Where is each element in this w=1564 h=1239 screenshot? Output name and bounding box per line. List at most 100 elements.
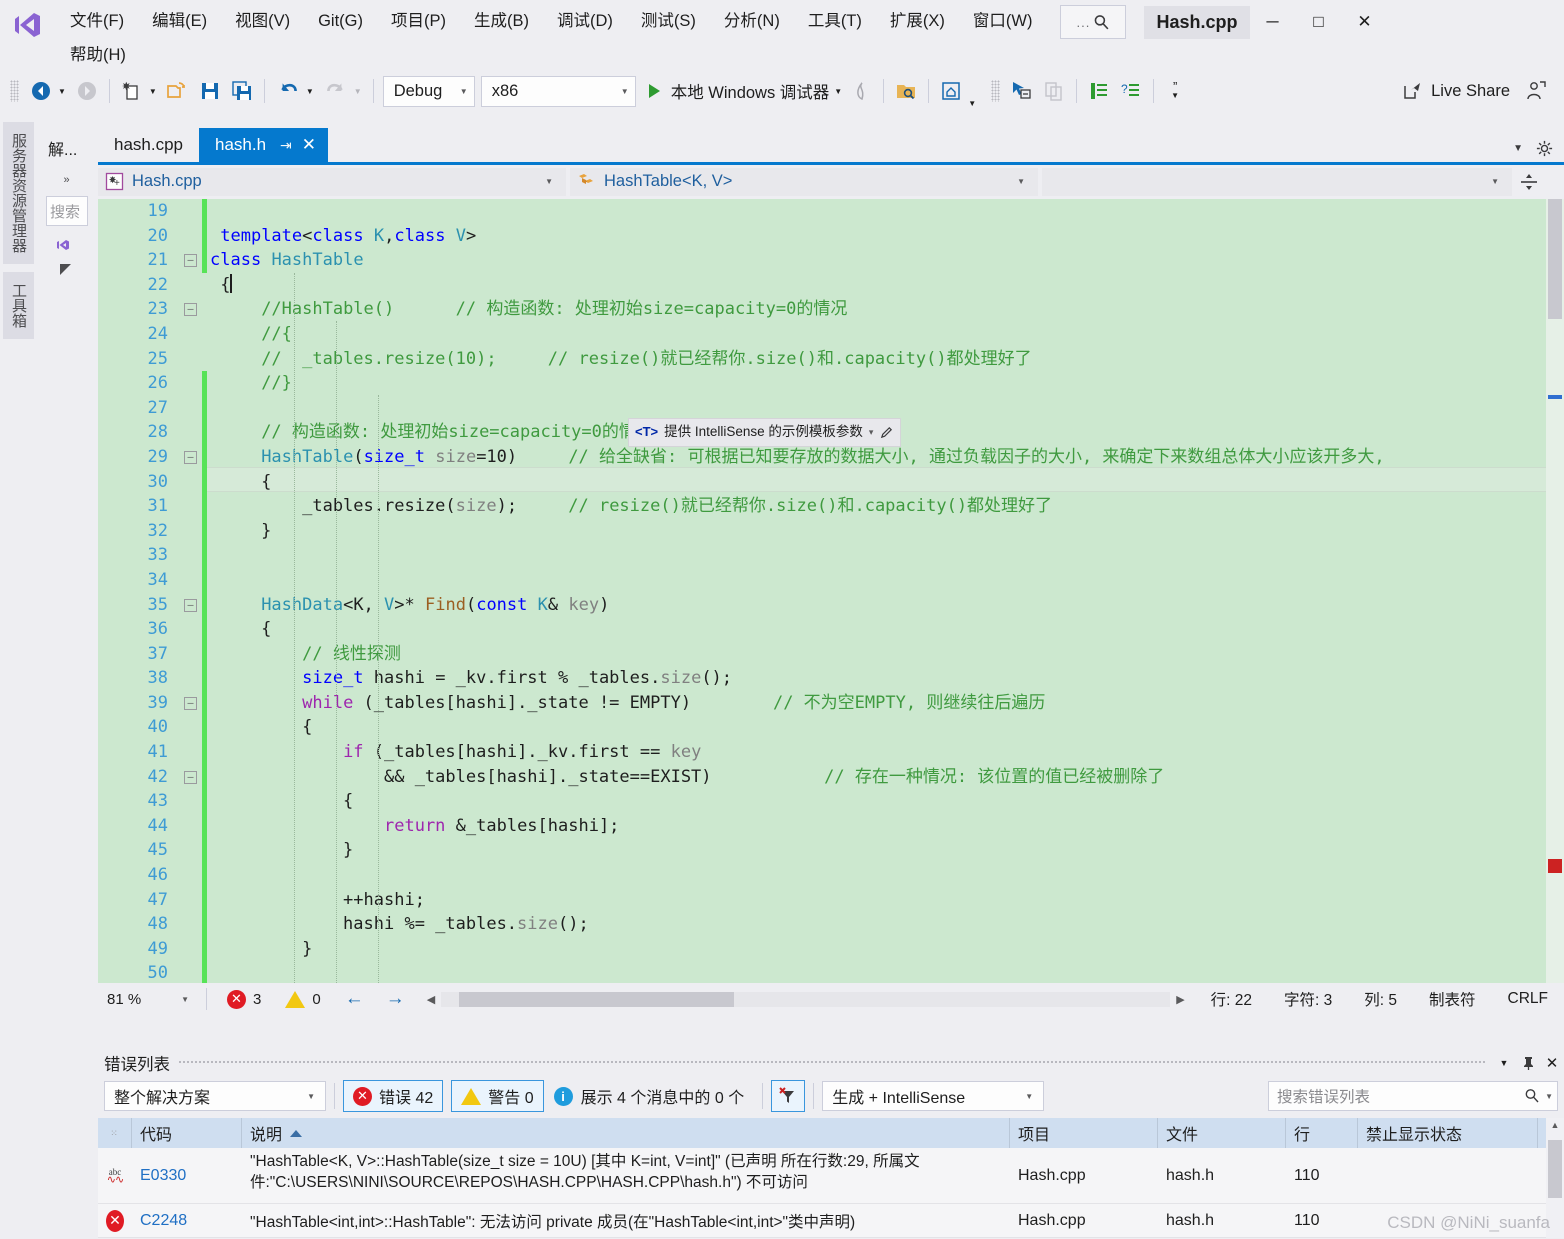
panel-drag-handle[interactable]	[178, 1052, 1486, 1074]
hot-reload-button[interactable]	[847, 74, 877, 108]
code-line[interactable]: size_t hashi = _kv.first % _tables.size(…	[210, 666, 1385, 691]
code-line[interactable]: //}	[210, 371, 1385, 396]
code-line[interactable]: {	[210, 789, 1385, 814]
scroll-up-icon[interactable]: ▲	[1546, 1118, 1564, 1130]
navbar-member-combo[interactable]: ▼	[1042, 167, 1512, 196]
solution-explorer-overflow-icon[interactable]: »	[44, 170, 90, 186]
messages-filter-toggle[interactable]: i 展示 4 个消息中的 0 个	[544, 1084, 755, 1108]
code-line[interactable]	[210, 863, 1385, 888]
column-header-file[interactable]: 文件	[1158, 1118, 1286, 1148]
redo-dropdown[interactable]: ▼	[353, 87, 367, 96]
navigate-backward-button[interactable]	[25, 74, 57, 108]
code-line[interactable]: ++hashi;	[210, 888, 1385, 913]
maximize-button[interactable]: □	[1296, 4, 1342, 40]
code-line[interactable]: class HashTable	[210, 248, 1385, 273]
next-issue-button[interactable]: →	[386, 988, 405, 1010]
save-all-button[interactable]	[226, 74, 258, 108]
fold-toggle-icon[interactable]: –	[184, 770, 197, 784]
menu-debug[interactable]: 调试(D)	[543, 5, 627, 37]
code-line[interactable]: }	[210, 937, 1385, 962]
start-debugging-dropdown[interactable]: ▼	[833, 87, 847, 96]
menu-build[interactable]: 生成(B)	[460, 5, 543, 37]
column-header-severity[interactable]: ⁙	[98, 1118, 132, 1148]
menu-view[interactable]: 视图(V)	[221, 5, 304, 37]
pencil-icon[interactable]	[879, 425, 894, 440]
code-line[interactable]: //{	[210, 322, 1385, 347]
fold-toggle-icon[interactable]: –	[184, 451, 197, 464]
solution-platform-combo[interactable]: x86 ▼	[480, 75, 636, 107]
code-line[interactable]: {	[210, 470, 1385, 495]
close-button[interactable]: ✕	[1342, 4, 1388, 40]
fold-toggle-icon[interactable]: –	[184, 254, 197, 268]
scrollbar-thumb[interactable]	[1548, 199, 1562, 319]
editor-error-count[interactable]: ✕ 3	[215, 989, 273, 1009]
new-item-dropdown[interactable]: ▼	[148, 87, 162, 96]
gear-icon[interactable]	[1535, 139, 1554, 158]
fold-toggle-icon[interactable]: –	[184, 697, 197, 710]
column-header-code[interactable]: 代码	[132, 1118, 242, 1148]
editor-warning-count[interactable]: 0	[273, 990, 332, 1008]
code-line[interactable]: hashi %= _tables.size();	[210, 912, 1385, 937]
title-search-box[interactable]: ...	[1060, 5, 1127, 39]
question-list-button[interactable]: ?	[1115, 74, 1147, 108]
code-line[interactable]: {	[210, 273, 1385, 298]
open-file-button[interactable]	[162, 74, 194, 108]
menu-git[interactable]: Git(G)	[304, 5, 377, 37]
navigate-forward-button[interactable]	[71, 74, 103, 108]
code-line[interactable]: if (_tables[hashi]._kv.first == key	[210, 740, 1385, 765]
code-line[interactable]: }	[210, 519, 1385, 544]
toolbar-overflow-button[interactable]: ” ▼	[1160, 74, 1190, 108]
code-line[interactable]: return &_tables[hashi];	[210, 814, 1385, 839]
fold-toggle-icon[interactable]: –	[184, 303, 197, 317]
scrollbar-thumb[interactable]	[1548, 1140, 1562, 1198]
preview-window-dropdown[interactable]: ▼	[967, 99, 981, 114]
redo-button[interactable]	[319, 74, 353, 108]
preview-window-button[interactable]	[935, 74, 967, 108]
sidebar-item-server-explorer[interactable]: 服务器资源管理器	[3, 122, 34, 264]
indent-list-button[interactable]	[1083, 74, 1115, 108]
code-line[interactable]	[210, 568, 1385, 593]
warnings-filter-toggle[interactable]: 警告 0	[451, 1080, 544, 1112]
table-row[interactable]: ✕ C2248 "HashTable<int,int>::HashTable":…	[98, 1204, 1564, 1238]
error-scope-combo[interactable]: 整个解决方案 ▼	[104, 1081, 326, 1111]
hscroll-track[interactable]	[441, 991, 1171, 1007]
panel-pin-button[interactable]	[1516, 1051, 1540, 1075]
menu-extensions[interactable]: 扩展(X)	[876, 5, 959, 37]
code-line[interactable]	[210, 396, 1385, 421]
menu-tools[interactable]: 工具(T)	[794, 5, 876, 37]
chevron-down-icon[interactable]: ▾	[869, 420, 874, 445]
solution-node[interactable]	[46, 234, 88, 256]
hscroll-thumb[interactable]	[459, 991, 735, 1007]
solution-configuration-combo[interactable]: Debug ▼	[382, 75, 475, 107]
undo-button[interactable]	[271, 74, 305, 108]
chevron-down-icon[interactable]: ▼	[1545, 1092, 1553, 1101]
code-text-layer[interactable]: template<class K,class V> class HashTable…	[210, 199, 1385, 983]
minimize-button[interactable]: ─	[1250, 4, 1296, 40]
menu-file[interactable]: 文件(F)	[56, 5, 138, 37]
clear-filter-button[interactable]	[771, 1080, 806, 1112]
toolbar-grip[interactable]	[10, 80, 19, 102]
glyph-margin[interactable]: – – – – – –	[180, 199, 202, 983]
document-tab-hash-cpp[interactable]: hash.cpp	[98, 128, 199, 162]
code-line[interactable]	[210, 961, 1385, 983]
pin-icon[interactable]: ⇥	[266, 137, 298, 154]
navbar-project-combo[interactable]: + Hash.cpp ▼	[98, 167, 566, 196]
hscroll-left-button[interactable]: ◀	[421, 993, 441, 1006]
code-line[interactable]	[210, 543, 1385, 568]
error-search-input[interactable]: 搜索错误列表 ▼	[1268, 1081, 1558, 1111]
menu-test[interactable]: 测试(S)	[627, 5, 710, 37]
code-line[interactable]: // 线性探测	[210, 642, 1385, 667]
save-button[interactable]	[194, 74, 226, 108]
live-share-button[interactable]: Live Share	[1391, 74, 1520, 108]
split-window-button[interactable]	[1516, 171, 1542, 193]
menu-project[interactable]: 项目(P)	[377, 5, 460, 37]
solution-explorer-search-input[interactable]: 搜索	[46, 196, 88, 226]
start-debugging-button[interactable]: 本地 Windows 调试器	[639, 74, 834, 108]
code-line[interactable]	[210, 199, 1385, 224]
menu-edit[interactable]: 编辑(E)	[138, 5, 221, 37]
chevron-down-icon[interactable]: ▼	[1513, 143, 1523, 154]
editor-vertical-scrollbar[interactable]	[1546, 199, 1564, 983]
table-row[interactable]: abc ∿∿ E0330 "HashTable<K, V>::HashTable…	[98, 1148, 1564, 1204]
code-line[interactable]: //HashTable() // 构造函数: 处理初始size=capacity…	[210, 297, 1385, 322]
tree-expander-icon[interactable]	[60, 264, 71, 275]
